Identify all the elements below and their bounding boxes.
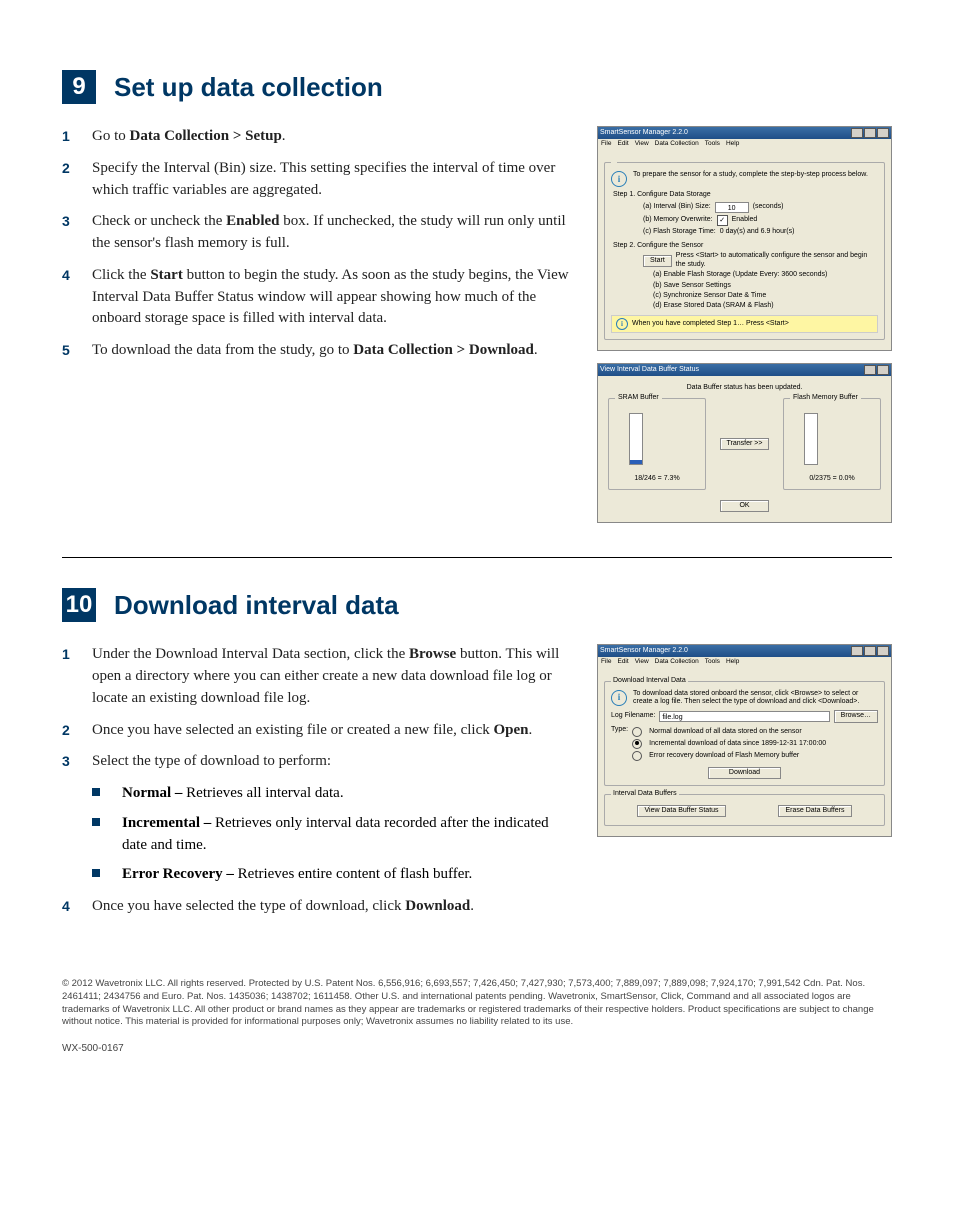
interval-unit: (seconds) <box>753 203 784 211</box>
log-label: Log Filename: <box>611 712 655 720</box>
radio-incremental[interactable] <box>632 739 642 749</box>
bullet-text: Incremental – Retrieves only interval da… <box>122 813 577 857</box>
start-button[interactable]: Start <box>643 255 672 267</box>
overwrite-label: (b) Memory Overwrite: <box>643 216 713 224</box>
step-text: Select the type of download to perform: <box>92 751 577 773</box>
window-title: View Interval Data Buffer Status <box>600 366 699 374</box>
step-num: 2 <box>62 158 92 202</box>
document-id: WX-500-0167 <box>62 1043 892 1054</box>
enabled-text: Enabled <box>732 216 758 224</box>
step-num: 4 <box>62 265 92 330</box>
step-num: 1 <box>62 126 92 148</box>
hint-bar: i When you have completed Step 1… Press … <box>611 315 878 333</box>
step-num: 5 <box>62 340 92 362</box>
section-10-title: Download interval data <box>114 590 399 621</box>
buffer-msg: Data Buffer status has been updated. <box>608 384 881 392</box>
step-text: To download the data from the study, go … <box>92 340 577 362</box>
bullet-icon <box>92 864 122 886</box>
step-num: 3 <box>62 751 92 773</box>
flash-buffer-group: Flash Memory Buffer 0/2375 = 0.0% <box>783 398 881 490</box>
window-controls <box>864 365 889 375</box>
bullet-icon <box>92 783 122 805</box>
section-divider <box>62 557 892 558</box>
bullet-text: Normal – Retrieves all interval data. <box>122 783 577 805</box>
screenshot-setup-window: SmartSensor Manager 2.2.0 FileEditViewDa… <box>597 126 892 351</box>
step-text: Go to Data Collection > Setup. <box>92 126 577 148</box>
step-num: 2 <box>62 720 92 742</box>
bullet-text: Error Recovery – Retrieves entire conten… <box>122 864 577 886</box>
info-icon: i <box>616 318 628 330</box>
opt-error: Error recovery download of Flash Memory … <box>649 752 799 760</box>
footer-legal: © 2012 Wavetronix LLC. All rights reserv… <box>62 978 892 1029</box>
step-text: Once you have selected an existing file … <box>92 720 577 742</box>
sram-buffer-group: SRAM Buffer 18/246 = 7.3% <box>608 398 706 490</box>
flash-pct: 0/2375 = 0.0% <box>784 475 880 483</box>
enabled-checkbox[interactable]: ✓ <box>717 215 728 226</box>
step-text: Specify the Interval (Bin) size. This se… <box>92 158 577 202</box>
step-num: 4 <box>62 896 92 918</box>
section-9-title: Set up data collection <box>114 72 383 103</box>
info-icon: i <box>611 690 627 706</box>
erase-buffer-button[interactable]: Erase Data Buffers <box>778 805 851 817</box>
sram-fill <box>630 460 642 464</box>
sram-pct: 18/246 = 7.3% <box>609 475 705 483</box>
screenshot-download-window: SmartSensor Manager 2.2.0 FileEditViewDa… <box>597 644 892 837</box>
cfg-a: (a) Enable Flash Storage (Update Every: … <box>653 271 827 279</box>
step-num: 1 <box>62 644 92 709</box>
step-text: Click the Start button to begin the stud… <box>92 265 577 330</box>
download-button[interactable]: Download <box>708 767 781 779</box>
opt-incremental: Incremental download of data since 1899-… <box>649 740 826 748</box>
step-text: Check or uncheck the Enabled box. If unc… <box>92 211 577 255</box>
flash-time-value: 0 day(s) and 6.9 hour(s) <box>720 228 795 236</box>
download-group-title: Download Interval Data <box>611 677 688 685</box>
cfg-c: (c) Synchronize Sensor Date & Time <box>653 292 766 300</box>
section-10-header: 10 Download interval data <box>62 588 892 622</box>
bullet-icon <box>92 813 122 857</box>
setup-intro: To prepare the sensor for a study, compl… <box>633 171 878 179</box>
step2-title: Step 2. Configure the Sensor <box>613 242 878 250</box>
type-label: Type: <box>611 725 628 734</box>
browse-button[interactable]: Browse… <box>834 710 878 722</box>
window-title: SmartSensor Manager 2.2.0 <box>600 647 688 655</box>
step-text: Under the Download Interval Data section… <box>92 644 577 709</box>
buffers-group-title: Interval Data Buffers <box>611 790 679 798</box>
radio-normal[interactable] <box>632 727 642 737</box>
screenshot-buffer-window: View Interval Data Buffer Status Data Bu… <box>597 363 892 524</box>
info-icon: i <box>611 171 627 187</box>
menubar: FileEditViewData CollectionToolsHelp <box>598 139 891 149</box>
cfg-d: (d) Erase Stored Data (SRAM & Flash) <box>653 302 774 310</box>
section-10-number: 10 <box>62 588 96 622</box>
view-buffer-button[interactable]: View Data Buffer Status <box>637 805 725 817</box>
step-text: Once you have selected the type of downl… <box>92 896 577 918</box>
flash-time-label: (c) Flash Storage Time: <box>643 228 716 236</box>
interval-input[interactable]: 10 <box>715 202 749 213</box>
step1-title: Step 1. Configure Data Storage <box>613 191 878 199</box>
step-num: 3 <box>62 211 92 255</box>
interval-label: (a) Interval (Bin) Size: <box>643 203 711 211</box>
download-intro: To download data stored onboard the sens… <box>633 690 878 707</box>
window-title: SmartSensor Manager 2.2.0 <box>600 129 688 137</box>
window-controls <box>851 646 889 656</box>
ok-button[interactable]: OK <box>720 500 768 512</box>
radio-error[interactable] <box>632 751 642 761</box>
section-9-header: 9 Set up data collection <box>62 70 892 104</box>
menubar: FileEditViewData CollectionToolsHelp <box>598 657 891 667</box>
cfg-b: (b) Save Sensor Settings <box>653 282 731 290</box>
start-hint: Press <Start> to automatically configure… <box>676 252 878 269</box>
section-9-number: 9 <box>62 70 96 104</box>
log-filename-input[interactable]: file.log <box>659 711 829 722</box>
opt-normal: Normal download of all data stored on th… <box>649 728 802 736</box>
window-controls <box>851 128 889 138</box>
transfer-button[interactable]: Transfer >> <box>720 438 770 450</box>
